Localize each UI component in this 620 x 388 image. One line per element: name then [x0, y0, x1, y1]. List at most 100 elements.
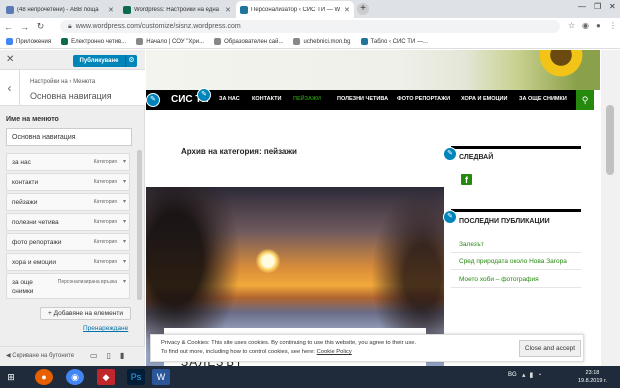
bookmark-item[interactable]: uchebnici.mon.bg [293, 38, 351, 45]
recent-post-link[interactable]: Сред природата около Нова Загора [459, 258, 567, 265]
facebook-icon[interactable]: f [461, 174, 472, 185]
desktop-icon[interactable]: ▭ [90, 351, 98, 360]
menu-item[interactable]: контакти Категория ▾ [6, 173, 130, 191]
nav-item[interactable]: ЗА ОЩЕ СНИМКИ [519, 96, 567, 102]
customizer-footer: ◀ Скриване на бутоните ▭ ▯ ▮ [0, 346, 145, 366]
profile-icon[interactable]: ● [596, 21, 601, 30]
close-icon[interactable]: ✕ [6, 54, 14, 65]
chevron-down-icon[interactable]: ▾ [123, 198, 126, 205]
menu-item-type: Категория [93, 219, 117, 225]
nav-item[interactable]: ФОТО РЕПОРТАЖИ [397, 96, 450, 102]
bookmark-item[interactable]: Табло ‹ СИС ТИ —... [360, 38, 428, 45]
nav-item[interactable]: ПОЛЕЗНИ ЧЕТИВА [337, 96, 388, 102]
chevron-down-icon[interactable]: ▾ [123, 278, 126, 285]
clock-time: 23:18 [585, 370, 600, 376]
edit-pencil-icon[interactable]: ✎ [443, 210, 457, 224]
nav-item-current[interactable]: ПЕЙЗАЖИ [293, 96, 321, 102]
address-bar-row: ← → ↻ 🔒︎ www.wordpress.com/customize/sis… [0, 18, 620, 35]
firefox-icon[interactable]: ● [35, 369, 53, 385]
app-icon[interactable]: ◆ [97, 369, 115, 385]
browser-tab[interactable]: (48 непрочетени) - ABB поща ✕ [2, 1, 118, 18]
cookie-text: To find out more, including how to contr… [161, 349, 316, 355]
menu-item-label: контакти [12, 179, 39, 186]
browser-tab[interactable]: Wordpress: Настройки на една ✕ [119, 1, 235, 18]
chevron-down-icon[interactable]: ▾ [123, 218, 126, 225]
browser-tab-active[interactable]: Персонализатор ‹ СИС ТИ — W ✕ [236, 1, 354, 18]
edit-pencil-icon[interactable]: ✎ [146, 93, 160, 107]
bookmark-apps[interactable]: Приложения [6, 38, 51, 45]
clock[interactable]: 23:18 19.8.2019 г. [578, 369, 607, 385]
scrollbar-thumb[interactable] [606, 105, 614, 175]
edit-pencil-icon[interactable]: ✎ [197, 88, 211, 102]
url-field[interactable]: 🔒︎ www.wordpress.com/customize/sisnz.wor… [60, 20, 560, 33]
publish-button[interactable]: Публикуване [73, 55, 125, 67]
hide-controls-button[interactable]: ◀ Скриване на бутоните [6, 352, 74, 359]
menu-items-list: за нас Категория ▾ контакти Категория ▾ пейз… [6, 153, 130, 301]
gear-icon[interactable]: ⚙ [125, 55, 137, 67]
section-title: Основна навигация [30, 91, 112, 101]
new-tab-button[interactable]: + [357, 3, 369, 15]
menu-item[interactable]: хора и емоции Категория ▾ [6, 253, 130, 271]
menu-item[interactable]: за още снимки Персонализирана връзка ▾ [6, 273, 130, 299]
menu-item[interactable]: пейзажи Категория ▾ [6, 193, 130, 211]
star-icon[interactable]: ☆ [568, 21, 575, 30]
nav-item[interactable]: КОНТАКТИ [252, 96, 281, 102]
nav-item[interactable]: ЗА НАС [219, 96, 240, 102]
system-tray-icons[interactable]: ▴▮◔ [522, 371, 546, 379]
close-icon[interactable]: ✕ [225, 6, 231, 14]
window-close-icon[interactable]: ✕ [609, 2, 616, 11]
page-scrollbar[interactable] [601, 50, 620, 366]
maximize-icon[interactable]: ❐ [594, 2, 601, 11]
tablet-icon[interactable]: ▯ [107, 351, 111, 360]
url-text: www.wordpress.com/customize/sisnz.wordpr… [75, 23, 241, 30]
chevron-down-icon[interactable]: ▾ [123, 178, 126, 185]
forward-icon[interactable]: → [20, 22, 29, 32]
panel-scrollbar[interactable] [137, 150, 142, 300]
menu-item[interactable]: фото репортажи Категория ▾ [6, 233, 130, 251]
back-icon[interactable]: ← [4, 22, 13, 32]
hide-controls-label: Скриване на бутоните [12, 353, 75, 359]
nav-item[interactable]: ХОРА И ЕМОЦИИ [461, 96, 507, 102]
device-preview-group: ▭ ▯ ▮ [90, 351, 124, 360]
extension-icon[interactable]: ◉ [582, 21, 589, 30]
menu-item[interactable]: за нас Категория ▾ [6, 153, 130, 171]
chevron-down-icon[interactable]: ▾ [123, 238, 126, 245]
site-favicon-icon [61, 38, 69, 45]
chrome-icon[interactable]: ◉ [66, 369, 84, 385]
widget-rule [451, 209, 581, 212]
page-icon [136, 38, 144, 45]
chevron-down-icon[interactable]: ▾ [123, 158, 126, 165]
windows-start-icon[interactable]: ⊞ [2, 369, 20, 385]
close-and-accept-button[interactable]: Close and accept [519, 340, 581, 357]
close-icon[interactable]: ✕ [344, 6, 350, 14]
close-icon[interactable]: ✕ [108, 6, 114, 14]
reorder-link[interactable]: Пренареждане [83, 325, 128, 332]
tab-label: Wordpress: Настройки на една [134, 6, 219, 13]
chevron-down-icon[interactable]: ▾ [123, 258, 126, 265]
recent-post-link[interactable]: Залезът [459, 241, 484, 248]
menu-name-input[interactable] [6, 128, 132, 146]
bookmark-item[interactable]: Образователен сай... [214, 38, 283, 45]
word-icon[interactable]: W [152, 369, 170, 385]
menu-icon[interactable]: ⋮ [609, 21, 617, 30]
bookmark-item[interactable]: Електронно четив... [61, 38, 126, 45]
back-arrow-icon[interactable]: ‹ [0, 70, 20, 106]
recent-post-link[interactable]: Моето хоби – фотография [459, 276, 539, 283]
bookmark-label: Табло ‹ СИС ТИ —... [370, 38, 428, 45]
minimize-icon[interactable]: — [578, 2, 586, 11]
site-preview: СИС ТИ ЗА НАС КОНТАКТИ ПЕЙЗАЖИ ПОЛЕЗНИ Ч… [146, 50, 600, 366]
widget-rule [451, 146, 581, 149]
bookmark-item[interactable]: Начало | СОУ "Хри... [136, 38, 204, 45]
section-header: ‹ Настройки на › Менюта Основна навигаци… [0, 70, 145, 106]
add-items-button[interactable]: + Добавяне на елементи [40, 307, 131, 320]
search-icon[interactable]: ⚲ [576, 90, 594, 110]
menu-item[interactable]: полезни четива Категория ▾ [6, 213, 130, 231]
photoshop-icon[interactable]: Ps [127, 369, 145, 385]
edit-pencil-icon[interactable]: ✎ [443, 147, 457, 161]
reload-icon[interactable]: ↻ [36, 21, 45, 32]
cookie-policy-link[interactable]: Cookie Policy [317, 349, 352, 355]
cookie-text: Privacy & Cookies: This site uses cookie… [161, 340, 417, 346]
language-indicator[interactable]: BG [508, 372, 517, 378]
mobile-icon[interactable]: ▮ [120, 351, 124, 360]
clock-date: 19.8.2019 г. [578, 378, 607, 384]
